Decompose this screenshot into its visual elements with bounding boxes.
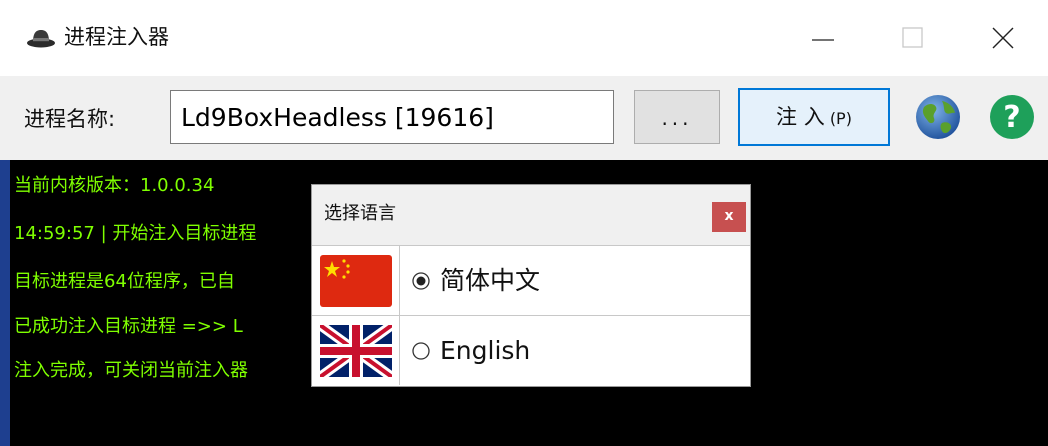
- uk-flag-icon: [317, 320, 395, 382]
- log-line: 注入完成，可关闭当前注入器: [14, 360, 248, 381]
- radio-selected-icon[interactable]: [412, 272, 430, 290]
- flag-cell: [312, 245, 400, 315]
- inject-button-label: 注 入: [776, 105, 825, 129]
- language-label: English: [440, 336, 531, 365]
- console-border: [0, 160, 10, 446]
- hat-icon: [26, 26, 56, 50]
- maximize-icon: [902, 27, 923, 48]
- china-flag-icon: [320, 255, 392, 307]
- log-line: 当前内核版本：1.0.0.34: [14, 175, 215, 196]
- radio-unselected-icon[interactable]: [412, 342, 430, 360]
- log-line: 14:59:57 | 开始注入目标进程: [14, 223, 257, 244]
- svg-text:?: ?: [1003, 100, 1020, 135]
- minimize-button[interactable]: [778, 0, 868, 76]
- process-name-label: 进程名称:: [24, 107, 116, 131]
- window-close-button[interactable]: [958, 0, 1048, 76]
- process-name-input[interactable]: [170, 90, 614, 144]
- window-title: 进程注入器: [64, 25, 169, 49]
- title-bar[interactable]: 进程注入器: [0, 0, 1048, 76]
- toolbar: 进程名称: ... 注 入 (P): [0, 76, 1048, 160]
- minimize-icon: [812, 39, 834, 41]
- globe-icon[interactable]: [914, 93, 962, 141]
- language-option-zh[interactable]: 简体中文: [312, 245, 750, 315]
- flag-cell: [312, 315, 400, 385]
- language-options: 简体中文 English: [312, 245, 750, 386]
- inject-hotkey: (P): [829, 109, 852, 128]
- option-cell: English: [400, 315, 750, 385]
- help-icon[interactable]: ?: [988, 93, 1036, 141]
- close-icon: [992, 27, 1014, 49]
- browse-button[interactable]: ...: [634, 90, 720, 144]
- inject-button[interactable]: 注 入 (P): [738, 88, 890, 146]
- log-line: 目标进程是64位程序，已自: [14, 271, 235, 292]
- dialog-close-button[interactable]: x: [712, 202, 746, 232]
- maximize-button[interactable]: [868, 0, 958, 76]
- language-option-en[interactable]: English: [312, 315, 750, 385]
- option-cell: 简体中文: [400, 245, 750, 315]
- language-dialog-title: 选择语言: [324, 203, 396, 224]
- language-dialog: 选择语言 x 简体中文 English: [311, 184, 751, 387]
- log-line: 已成功注入目标进程 =>> L: [14, 316, 243, 337]
- language-label: 简体中文: [440, 266, 541, 295]
